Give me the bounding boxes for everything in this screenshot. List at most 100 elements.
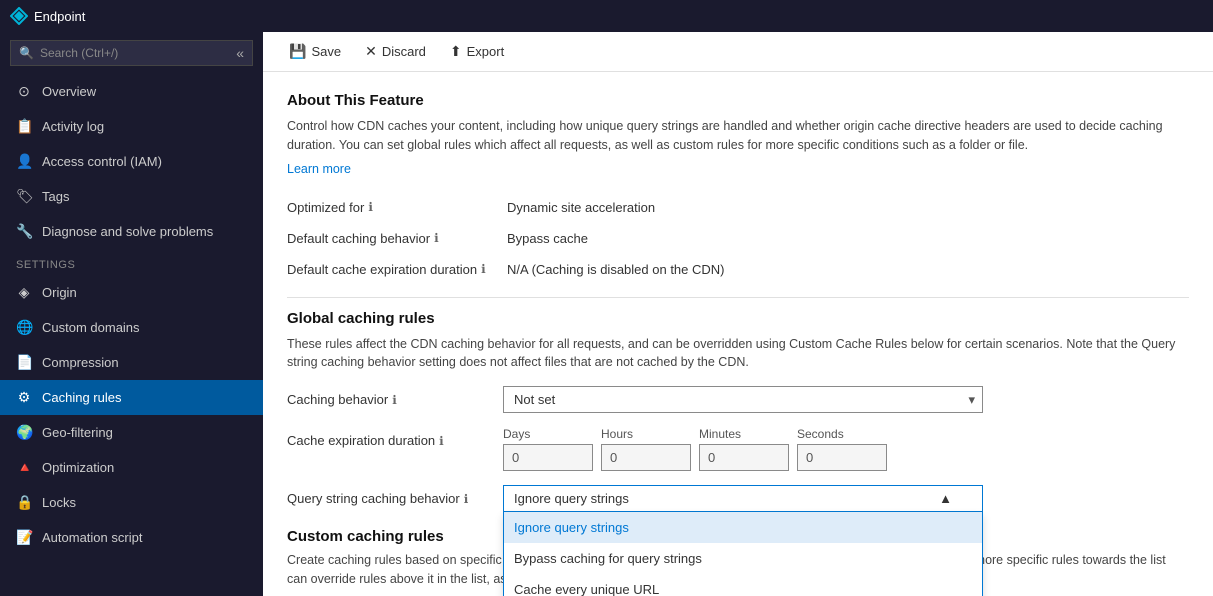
minutes-field: Minutes bbox=[699, 427, 789, 471]
optimized-for-value: Dynamic site acceleration bbox=[507, 192, 1189, 223]
query-string-info-icon: ℹ bbox=[464, 492, 469, 506]
access-control-icon: 👤 bbox=[16, 153, 32, 170]
query-string-dropdown-arrow: ▲ bbox=[939, 491, 952, 506]
app-logo: Endpoint bbox=[10, 7, 85, 25]
nav-overview-label: Overview bbox=[42, 84, 96, 99]
about-description: Control how CDN caches your content, inc… bbox=[287, 117, 1189, 155]
settings-section-label: SETTINGS bbox=[0, 249, 263, 275]
compression-icon: 📄 bbox=[16, 354, 32, 371]
discard-button[interactable]: ✕ Discard bbox=[355, 38, 436, 65]
origin-icon: ◈ bbox=[16, 284, 32, 301]
about-title: About This Feature bbox=[287, 92, 1189, 109]
app-name: Endpoint bbox=[34, 9, 85, 24]
nav-access-control[interactable]: 👤 Access control (IAM) bbox=[0, 144, 263, 179]
minutes-input[interactable] bbox=[699, 444, 789, 471]
seconds-input[interactable] bbox=[797, 444, 887, 471]
caching-behavior-label: Caching behavior ℹ bbox=[287, 386, 487, 407]
query-string-option-bypass[interactable]: Bypass caching for query strings bbox=[504, 543, 982, 574]
global-caching-description: These rules affect the CDN caching behav… bbox=[287, 335, 1189, 373]
caching-behavior-dropdown-wrapper: Not set ▾ bbox=[503, 386, 983, 413]
nav-diagnose-label: Diagnose and solve problems bbox=[42, 224, 213, 239]
global-caching-title: Global caching rules bbox=[287, 310, 1189, 327]
nav-locks[interactable]: 🔒 Locks bbox=[0, 485, 263, 520]
days-label: Days bbox=[503, 427, 593, 441]
nav-compression[interactable]: 📄 Compression bbox=[0, 345, 263, 380]
diagnose-icon: 🔧 bbox=[16, 223, 32, 240]
info-grid: Optimized for ℹ Dynamic site acceleratio… bbox=[287, 192, 1189, 285]
nav-automation-script[interactable]: 📝 Automation script bbox=[0, 520, 263, 555]
seconds-field: Seconds bbox=[797, 427, 887, 471]
cache-duration-label: Cache expiration duration ℹ bbox=[287, 427, 487, 448]
search-icon: 🔍 bbox=[19, 46, 34, 60]
query-string-row: Query string caching behavior ℹ Ignore q… bbox=[287, 485, 1189, 512]
query-string-label: Query string caching behavior ℹ bbox=[287, 485, 487, 506]
nav-overview[interactable]: ⊙ Overview bbox=[0, 74, 263, 109]
cache-duration-row: Cache expiration duration ℹ Days Hours bbox=[287, 427, 1189, 471]
caching-rules-icon: ⚙ bbox=[16, 389, 32, 406]
toolbar: 💾 Save ✕ Discard ⬆ Export bbox=[263, 32, 1213, 72]
export-label: Export bbox=[467, 44, 505, 59]
search-bar[interactable]: 🔍 « bbox=[10, 40, 253, 66]
caching-behavior-row: Caching behavior ℹ Not set ▾ bbox=[287, 386, 1189, 413]
days-field: Days bbox=[503, 427, 593, 471]
days-input[interactable] bbox=[503, 444, 593, 471]
seconds-label: Seconds bbox=[797, 427, 887, 441]
nav-custom-domains-label: Custom domains bbox=[42, 320, 140, 335]
default-caching-info-icon: ℹ bbox=[434, 231, 439, 245]
discard-label: Discard bbox=[382, 44, 426, 59]
optimized-for-label: Optimized for ℹ bbox=[287, 192, 507, 223]
nav-compression-label: Compression bbox=[42, 355, 119, 370]
save-button[interactable]: 💾 Save bbox=[279, 38, 351, 65]
default-caching-value: Bypass cache bbox=[507, 223, 1189, 254]
global-caching-section: Global caching rules These rules affect … bbox=[287, 310, 1189, 513]
query-string-dropdown-list: Ignore query strings Bypass caching for … bbox=[503, 512, 983, 596]
query-string-dropdown-field[interactable]: Ignore query strings ▲ bbox=[503, 485, 983, 512]
nav-locks-label: Locks bbox=[42, 495, 76, 510]
nav-geo-filtering-label: Geo-filtering bbox=[42, 425, 113, 440]
nav-caching-rules[interactable]: ⚙ Caching rules bbox=[0, 380, 263, 415]
query-string-dropdown-wrapper: Ignore query strings ▲ Ignore query stri… bbox=[503, 485, 983, 512]
optimized-for-info-icon: ℹ bbox=[368, 200, 373, 214]
nav-tags[interactable]: 🏷 Tags bbox=[0, 179, 263, 214]
content-scroll: About This Feature Control how CDN cache… bbox=[263, 72, 1213, 596]
nav-automation-script-label: Automation script bbox=[42, 530, 142, 545]
default-caching-label: Default caching behavior ℹ bbox=[287, 223, 507, 254]
search-input[interactable] bbox=[40, 46, 230, 60]
cache-expiration-label: Default cache expiration duration ℹ bbox=[287, 254, 507, 285]
top-bar: Endpoint bbox=[0, 0, 1213, 32]
nav-tags-label: Tags bbox=[42, 189, 69, 204]
learn-more-link[interactable]: Learn more bbox=[287, 162, 351, 176]
nav-optimization[interactable]: 🔺 Optimization bbox=[0, 450, 263, 485]
about-section: About This Feature Control how CDN cache… bbox=[287, 92, 1189, 176]
nav-diagnose[interactable]: 🔧 Diagnose and solve problems bbox=[0, 214, 263, 249]
query-string-option-ignore[interactable]: Ignore query strings bbox=[504, 512, 982, 543]
nav-origin-label: Origin bbox=[42, 285, 77, 300]
query-string-option-cache-url[interactable]: Cache every unique URL bbox=[504, 574, 982, 596]
sidebar: 🔍 « ⊙ Overview 📋 Activity log 👤 Access c… bbox=[0, 32, 263, 596]
caching-behavior-select[interactable]: Not set bbox=[503, 386, 983, 413]
cache-expiration-info-icon: ℹ bbox=[481, 262, 486, 276]
nav-geo-filtering[interactable]: 🌍 Geo-filtering bbox=[0, 415, 263, 450]
duration-group: Days Hours Minutes Seconds bbox=[503, 427, 1189, 471]
nav-caching-rules-label: Caching rules bbox=[42, 390, 122, 405]
nav-access-control-label: Access control (IAM) bbox=[42, 154, 162, 169]
export-icon: ⬆ bbox=[450, 43, 462, 60]
cache-duration-info-icon: ℹ bbox=[439, 434, 444, 448]
optimization-icon: 🔺 bbox=[16, 459, 32, 476]
nav-custom-domains[interactable]: 🌐 Custom domains bbox=[0, 310, 263, 345]
caching-behavior-info-icon: ℹ bbox=[392, 393, 397, 407]
cache-expiration-value: N/A (Caching is disabled on the CDN) bbox=[507, 254, 1189, 285]
geo-filtering-icon: 🌍 bbox=[16, 424, 32, 441]
discard-icon: ✕ bbox=[365, 43, 377, 60]
query-string-current-value: Ignore query strings bbox=[514, 491, 629, 506]
collapse-icon[interactable]: « bbox=[236, 45, 244, 61]
export-button[interactable]: ⬆ Export bbox=[440, 38, 514, 65]
overview-icon: ⊙ bbox=[16, 83, 32, 100]
nav-origin[interactable]: ◈ Origin bbox=[0, 275, 263, 310]
nav-activity-log[interactable]: 📋 Activity log bbox=[0, 109, 263, 144]
save-icon: 💾 bbox=[289, 43, 306, 60]
content-area: 💾 Save ✕ Discard ⬆ Export About This Fea… bbox=[263, 32, 1213, 596]
locks-icon: 🔒 bbox=[16, 494, 32, 511]
hours-input[interactable] bbox=[601, 444, 691, 471]
automation-script-icon: 📝 bbox=[16, 529, 32, 546]
